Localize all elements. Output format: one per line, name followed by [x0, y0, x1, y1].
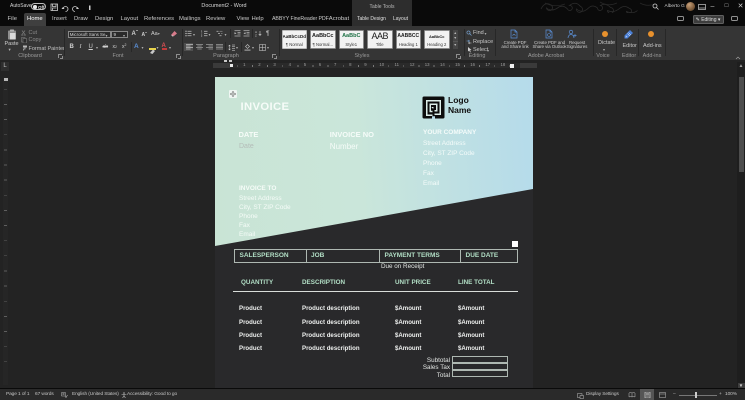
svg-text:3: 3 — [201, 36, 203, 37]
svg-text:1: 1 — [201, 31, 203, 33]
svg-text:2: 2 — [201, 34, 203, 36]
svg-text:Z: Z — [255, 34, 257, 38]
